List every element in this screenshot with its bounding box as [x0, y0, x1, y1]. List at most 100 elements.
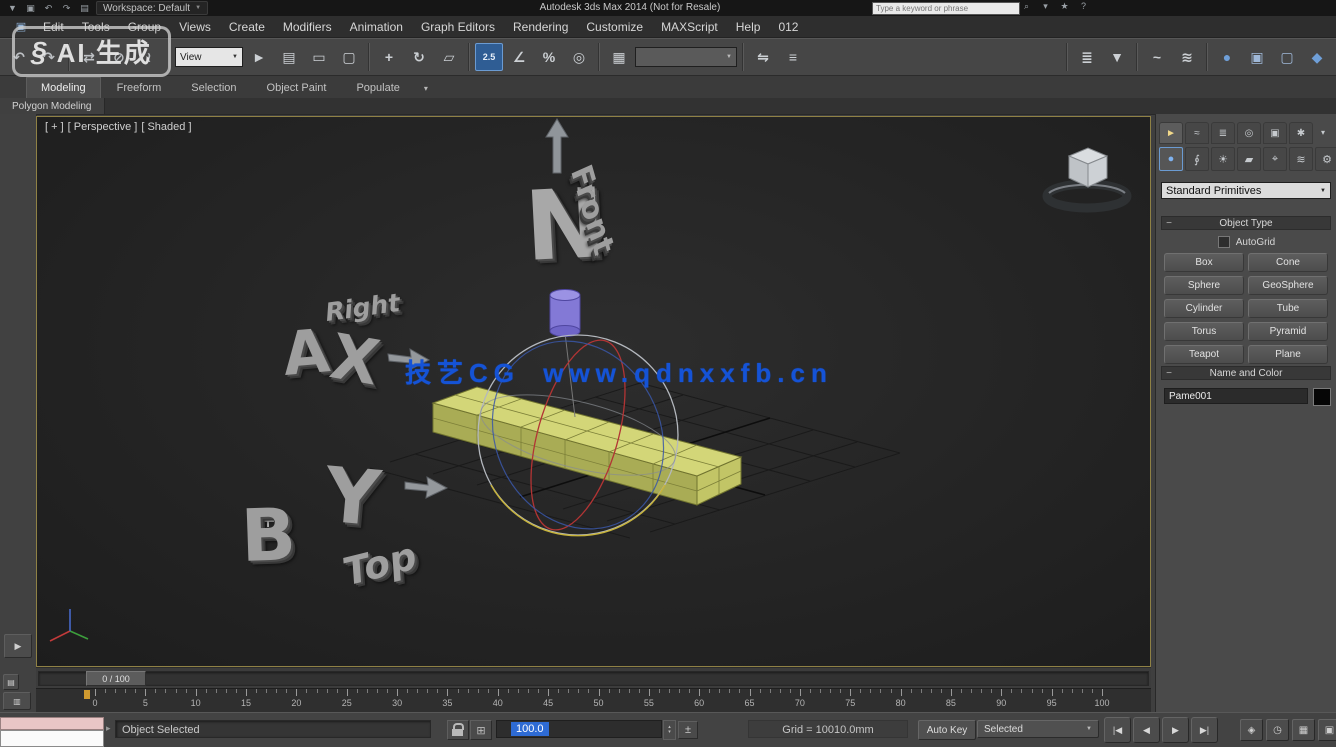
coordinate-field[interactable]: 100.0 [496, 720, 662, 738]
menu-item-create[interactable]: Create [220, 16, 274, 38]
named-selection-sets-dropdown[interactable]: ▼ [635, 47, 737, 67]
viewport-layout-b-button[interactable]: ▥ [3, 692, 31, 710]
torus-button[interactable]: Torus [1164, 322, 1244, 341]
viewport-general-menu[interactable]: [ + ] [45, 121, 64, 133]
signin-icon[interactable]: ▾ [1039, 1, 1052, 12]
lights-category-icon[interactable]: ☀ [1211, 147, 1235, 171]
primitive-category-dropdown[interactable]: Standard Primitives ▼ [1161, 182, 1331, 199]
offset-mode-button[interactable]: ± [678, 721, 698, 739]
auto-key-button[interactable]: Auto Key [918, 720, 976, 740]
menu-item-views[interactable]: Views [170, 16, 220, 38]
ribbon-tab-modeling[interactable]: Modeling [26, 77, 101, 98]
display-panel-tab[interactable]: ▣ [1263, 122, 1287, 144]
autogrid-checkbox[interactable] [1218, 236, 1230, 248]
menu-item-012[interactable]: 012 [769, 16, 807, 38]
menu-item-maxscript[interactable]: MAXScript [652, 16, 727, 38]
layout-button[interactable]: ▣ [1318, 719, 1336, 741]
window-crossing-toggle-icon[interactable]: ▢ [335, 43, 363, 71]
viewcube[interactable] [1047, 148, 1127, 208]
modify-panel-tab[interactable]: ≈ [1185, 122, 1209, 144]
teapot-button[interactable]: Teapot [1164, 345, 1244, 364]
object-type-rollout[interactable]: − Object Type [1161, 216, 1331, 230]
time-slider-groove[interactable] [38, 671, 1149, 686]
snaps-toggle-icon[interactable]: 2.5 [475, 43, 503, 71]
text-object-a[interactable]: A [280, 321, 331, 385]
align-icon[interactable]: ≡ [779, 43, 807, 71]
set-key-button[interactable]: ◈ [1240, 719, 1263, 741]
time-slider[interactable]: 0 / 100 [86, 671, 146, 686]
go-to-start-button[interactable]: |◀ [1104, 717, 1131, 743]
text-object-b[interactable]: B [240, 498, 297, 572]
time-ruler[interactable]: 0510152025303540455055606570758085909510… [36, 688, 1151, 712]
frame-marker[interactable] [84, 690, 90, 699]
menu-item-animation[interactable]: Animation [341, 16, 412, 38]
utilities-panel-tab[interactable]: ✱ [1289, 122, 1313, 144]
selection-lock-icon[interactable] [447, 720, 469, 740]
key-filters-button[interactable]: ▦ [1292, 719, 1315, 741]
menu-item-graph-editors[interactable]: Graph Editors [412, 16, 504, 38]
mirror-icon[interactable]: ⇋ [749, 43, 777, 71]
save-icon[interactable]: ▣ [24, 3, 37, 14]
menu-item-rendering[interactable]: Rendering [504, 16, 577, 38]
maxscript-listener-white[interactable] [0, 730, 104, 747]
viewport-pov-menu[interactable]: [ Perspective ] [68, 121, 138, 133]
menu-item-customize[interactable]: Customize [577, 16, 652, 38]
object-color-swatch[interactable] [1313, 388, 1331, 406]
angle-snap-icon[interactable]: ∠ [505, 43, 533, 71]
previous-frame-button[interactable]: ◀ [1133, 717, 1160, 743]
systems-category-icon[interactable]: ⚙ [1315, 147, 1336, 171]
select-object-icon[interactable]: ► [245, 43, 273, 71]
curve-editor-icon[interactable]: ~ [1143, 43, 1171, 71]
create-panel-tab[interactable]: ► [1159, 122, 1183, 144]
sphere-button[interactable]: Sphere [1164, 276, 1244, 295]
render-production-icon[interactable]: ◆ [1303, 43, 1331, 71]
select-and-scale-icon[interactable]: ▱ [435, 43, 463, 71]
menu-item-modifiers[interactable]: Modifiers [274, 16, 341, 38]
rendered-frame-window-icon[interactable]: ▢ [1273, 43, 1301, 71]
key-mode-dropdown[interactable]: Selected ▼ [977, 720, 1099, 738]
cameras-category-icon[interactable]: ▰ [1237, 147, 1261, 171]
pyramid-button[interactable]: Pyramid [1248, 322, 1328, 341]
infocenter-search-input[interactable] [872, 2, 1020, 15]
text-object-y[interactable]: Y [322, 457, 383, 538]
menu-item-help[interactable]: Help [727, 16, 770, 38]
coordinate-spinner[interactable]: ▴ ▾ [663, 720, 676, 740]
next-frame-button[interactable]: ▶| [1191, 717, 1218, 743]
geosphere-button[interactable]: GeoSphere [1248, 276, 1328, 295]
helpers-category-icon[interactable]: ⌖ [1263, 147, 1287, 171]
panel-config-icon[interactable]: ▾ [1314, 122, 1332, 142]
box-button[interactable]: Box [1164, 253, 1244, 272]
render-setup-icon[interactable]: ▣ [1243, 43, 1271, 71]
material-editor-icon[interactable]: ● [1213, 43, 1241, 71]
redo-icon[interactable]: ↷ [60, 3, 73, 14]
space-warps-category-icon[interactable]: ≋ [1289, 147, 1313, 171]
cone-button[interactable]: Cone [1248, 253, 1328, 272]
maxscript-listener-pink[interactable] [0, 717, 104, 730]
geometry-category-icon[interactable]: ● [1159, 147, 1183, 171]
shapes-category-icon[interactable]: ∮ [1185, 147, 1209, 171]
viewport-shading-menu[interactable]: [ Shaded ] [141, 121, 191, 133]
plane-button[interactable]: Plane [1248, 345, 1328, 364]
help-icon[interactable]: ? [1077, 1, 1090, 12]
select-by-name-icon[interactable]: ▤ [275, 43, 303, 71]
spinner-snap-icon[interactable]: ◎ [565, 43, 593, 71]
percent-snap-icon[interactable]: % [535, 43, 563, 71]
ribbon-tab-selection[interactable]: Selection [177, 78, 250, 98]
reference-coordinate-dropdown[interactable]: View▼ [175, 47, 243, 67]
manage-layers-icon[interactable]: ≣ [1073, 43, 1101, 71]
ribbon-tab-populate[interactable]: Populate [342, 78, 413, 98]
cylinder-button[interactable]: Cylinder [1164, 299, 1244, 318]
tab-polygon-modeling[interactable]: Polygon Modeling [0, 98, 105, 114]
open-explorer-button[interactable]: ▶ [4, 634, 32, 658]
motion-panel-tab[interactable]: ◎ [1237, 122, 1261, 144]
perspective-viewport[interactable]: [ + ] [ Perspective ] [ Shaded ] [36, 116, 1151, 667]
name-and-color-rollout[interactable]: − Name and Color [1161, 366, 1331, 380]
schematic-view-icon[interactable]: ≋ [1173, 43, 1201, 71]
graphite-ribbon-toggle-icon[interactable]: ▼ [1103, 43, 1131, 71]
rectangular-selection-region-icon[interactable]: ▭ [305, 43, 333, 71]
search-icon[interactable]: ⌕ [1020, 1, 1033, 12]
viewport-layout-a-button[interactable]: ▤ [3, 674, 19, 690]
time-configuration-button[interactable]: ◷ [1266, 719, 1289, 741]
edit-named-selection-sets-icon[interactable]: ▦ [605, 43, 633, 71]
play-animation-button[interactable]: ▶ [1162, 717, 1189, 743]
